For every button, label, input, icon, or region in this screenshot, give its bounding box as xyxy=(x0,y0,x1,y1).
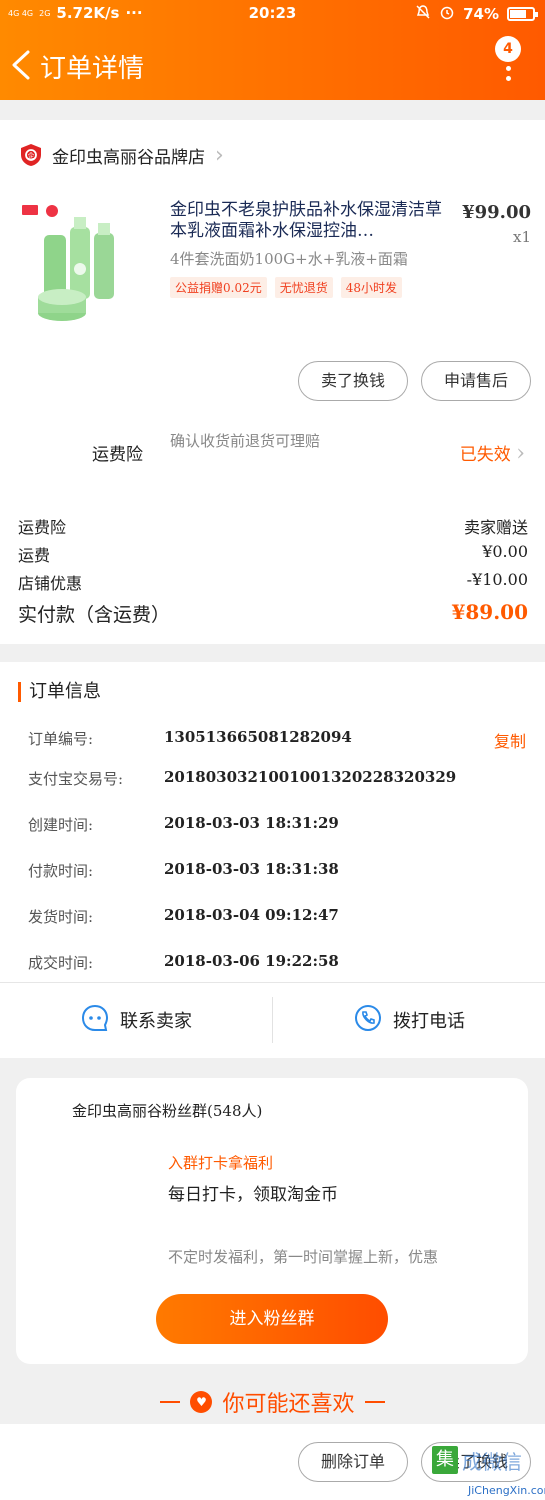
shop-name: 金印虫高丽谷品牌店 xyxy=(52,147,205,168)
more-menu-button[interactable]: 4 xyxy=(493,36,523,96)
insurance-description: 确认收货前退货可理赔 xyxy=(170,432,321,450)
info-value: 2018-03-04 09:12:47 xyxy=(164,906,339,924)
join-fan-group-button[interactable]: 进入粉丝群 xyxy=(156,1294,388,1344)
info-value: 2018030321001001320228320329 xyxy=(164,768,457,786)
total-row: 实付款（含运费） ¥89.00 xyxy=(18,600,528,627)
info-value: 2018-03-03 18:31:38 xyxy=(164,860,339,878)
watermark-text: 成微信 xyxy=(462,1450,522,1474)
nav-bar: 订单详情 4 xyxy=(0,30,545,98)
shop-link[interactable]: 企 金印虫高丽谷品牌店 › xyxy=(20,140,224,170)
product-tag: 48小时发 xyxy=(340,277,403,298)
info-value: 130513665081282094 xyxy=(164,728,352,746)
mute-icon xyxy=(415,4,431,24)
fee-value: 卖家赠送 xyxy=(463,518,528,537)
info-label: 支付宝交易号: xyxy=(28,770,124,788)
sell-button[interactable]: 卖了换钱 xyxy=(298,361,408,401)
fan-group-checkin: 每日打卡，领取淘金币 xyxy=(168,1185,338,1205)
svg-text:企: 企 xyxy=(28,151,35,160)
heart-icon: ♥ xyxy=(190,1391,213,1413)
contact-seller-label: 联系卖家 xyxy=(120,1011,192,1032)
info-label: 订单编号: xyxy=(28,730,94,748)
product-tags: 公益捐赠0.02元 无忧退货 48小时发 xyxy=(170,277,403,298)
chevron-right-icon: › xyxy=(516,441,525,466)
info-label: 创建时间: xyxy=(28,816,94,834)
total-label: 实付款（含运费） xyxy=(18,604,171,626)
status-bar: 4G 4G 2G 5.72K/s ··· 20:23 74% xyxy=(0,0,545,28)
product-image[interactable] xyxy=(22,205,142,335)
info-value: 2018-03-06 19:22:58 xyxy=(164,952,339,970)
back-arrow-icon[interactable] xyxy=(8,48,34,82)
phone-icon xyxy=(353,1003,383,1038)
product-tag: 无忧退货 xyxy=(274,277,333,298)
fee-value: -¥10.00 xyxy=(466,570,528,589)
insurance-status-text: 已失效 xyxy=(459,445,511,465)
fan-group-card: 金印虫高丽谷粉丝群(548人) 入群打卡拿福利 每日打卡，领取淘金币 不定时发福… xyxy=(16,1078,528,1364)
fee-value: ¥0.00 xyxy=(482,542,528,561)
watermark-logo: 集 xyxy=(432,1446,458,1474)
contact-seller-button[interactable]: 联系卖家 xyxy=(0,983,272,1057)
battery-fill xyxy=(510,10,527,18)
divider xyxy=(364,1401,385,1403)
watermark-url: JiChengXin.com xyxy=(468,1484,545,1497)
info-label: 发货时间: xyxy=(28,908,94,926)
page-title: 订单详情 xyxy=(40,54,145,84)
product-price: ¥99.00 xyxy=(462,202,531,223)
fee-label: 运费 xyxy=(18,546,51,565)
product-quantity: x1 xyxy=(512,228,531,246)
after-sale-button[interactable]: 申请售后 xyxy=(421,361,531,401)
battery-icon xyxy=(507,7,538,21)
alarm-icon xyxy=(439,4,455,24)
fee-row: 运费 ¥0.00 xyxy=(18,542,528,566)
product-tag: 公益捐赠0.02元 xyxy=(170,277,267,298)
more-dot-icon xyxy=(506,66,511,71)
shop-shield-icon: 企 xyxy=(20,143,42,167)
recommend-title: 你可能还喜欢 xyxy=(222,1392,355,1417)
insurance-status[interactable]: 已失效 › xyxy=(460,440,525,466)
total-value: ¥89.00 xyxy=(451,600,528,624)
product-title[interactable]: 金印虫不老泉护肤品补水保湿清洁草本乳液面霜补水保湿控油… xyxy=(170,200,450,244)
copy-button[interactable]: 复制 xyxy=(494,728,526,752)
fee-row: 店铺优惠 -¥10.00 xyxy=(18,570,528,594)
fan-group-description: 不定时发福利，第一时间掌握上新，优惠 xyxy=(168,1248,439,1266)
info-label: 成交时间: xyxy=(28,954,94,972)
chevron-right-icon: › xyxy=(215,142,224,168)
delete-order-button[interactable]: 删除订单 xyxy=(298,1442,408,1482)
contact-row: 联系卖家 拨打电话 xyxy=(0,982,545,1056)
order-card: 企 金印虫高丽谷品牌店 › 金印虫不老泉护肤品补水保湿清洁草本乳液面霜补水保湿控… xyxy=(0,120,545,644)
call-label: 拨打电话 xyxy=(393,1011,465,1032)
divider xyxy=(160,1401,181,1403)
message-badge: 4 xyxy=(495,36,521,62)
product-sku: 4件套洗面奶100G+水+乳液+面霜 xyxy=(170,250,408,268)
battery-percent: 74% xyxy=(463,5,499,23)
info-label: 付款时间: xyxy=(28,862,94,880)
info-value: 2018-03-03 18:31:29 xyxy=(164,814,339,832)
app-header: 4G 4G 2G 5.72K/s ··· 20:23 74% 订单详情 4 xyxy=(0,0,545,100)
watermark: 集 成微信 JiChengXin.com xyxy=(428,1444,545,1500)
fee-row: 运费险 卖家赠送 xyxy=(18,514,528,538)
fee-label: 运费险 xyxy=(18,518,67,537)
fan-group-name: 金印虫高丽谷粉丝群(548人) xyxy=(72,1102,263,1120)
order-info-heading: 订单信息 xyxy=(18,682,101,702)
call-button[interactable]: 拨打电话 xyxy=(273,983,545,1057)
order-info-card: 订单信息 订单编号: 130513665081282094 复制 支付宝交易号:… xyxy=(0,662,545,1058)
fee-label: 店铺优惠 xyxy=(18,574,83,593)
more-dot-icon xyxy=(506,76,511,81)
recommend-header: ♥ 你可能还喜欢 xyxy=(0,1380,545,1424)
insurance-label: 运费险 xyxy=(92,445,143,465)
fan-group-promo: 入群打卡拿福利 xyxy=(168,1154,274,1172)
chat-icon xyxy=(80,1003,110,1038)
